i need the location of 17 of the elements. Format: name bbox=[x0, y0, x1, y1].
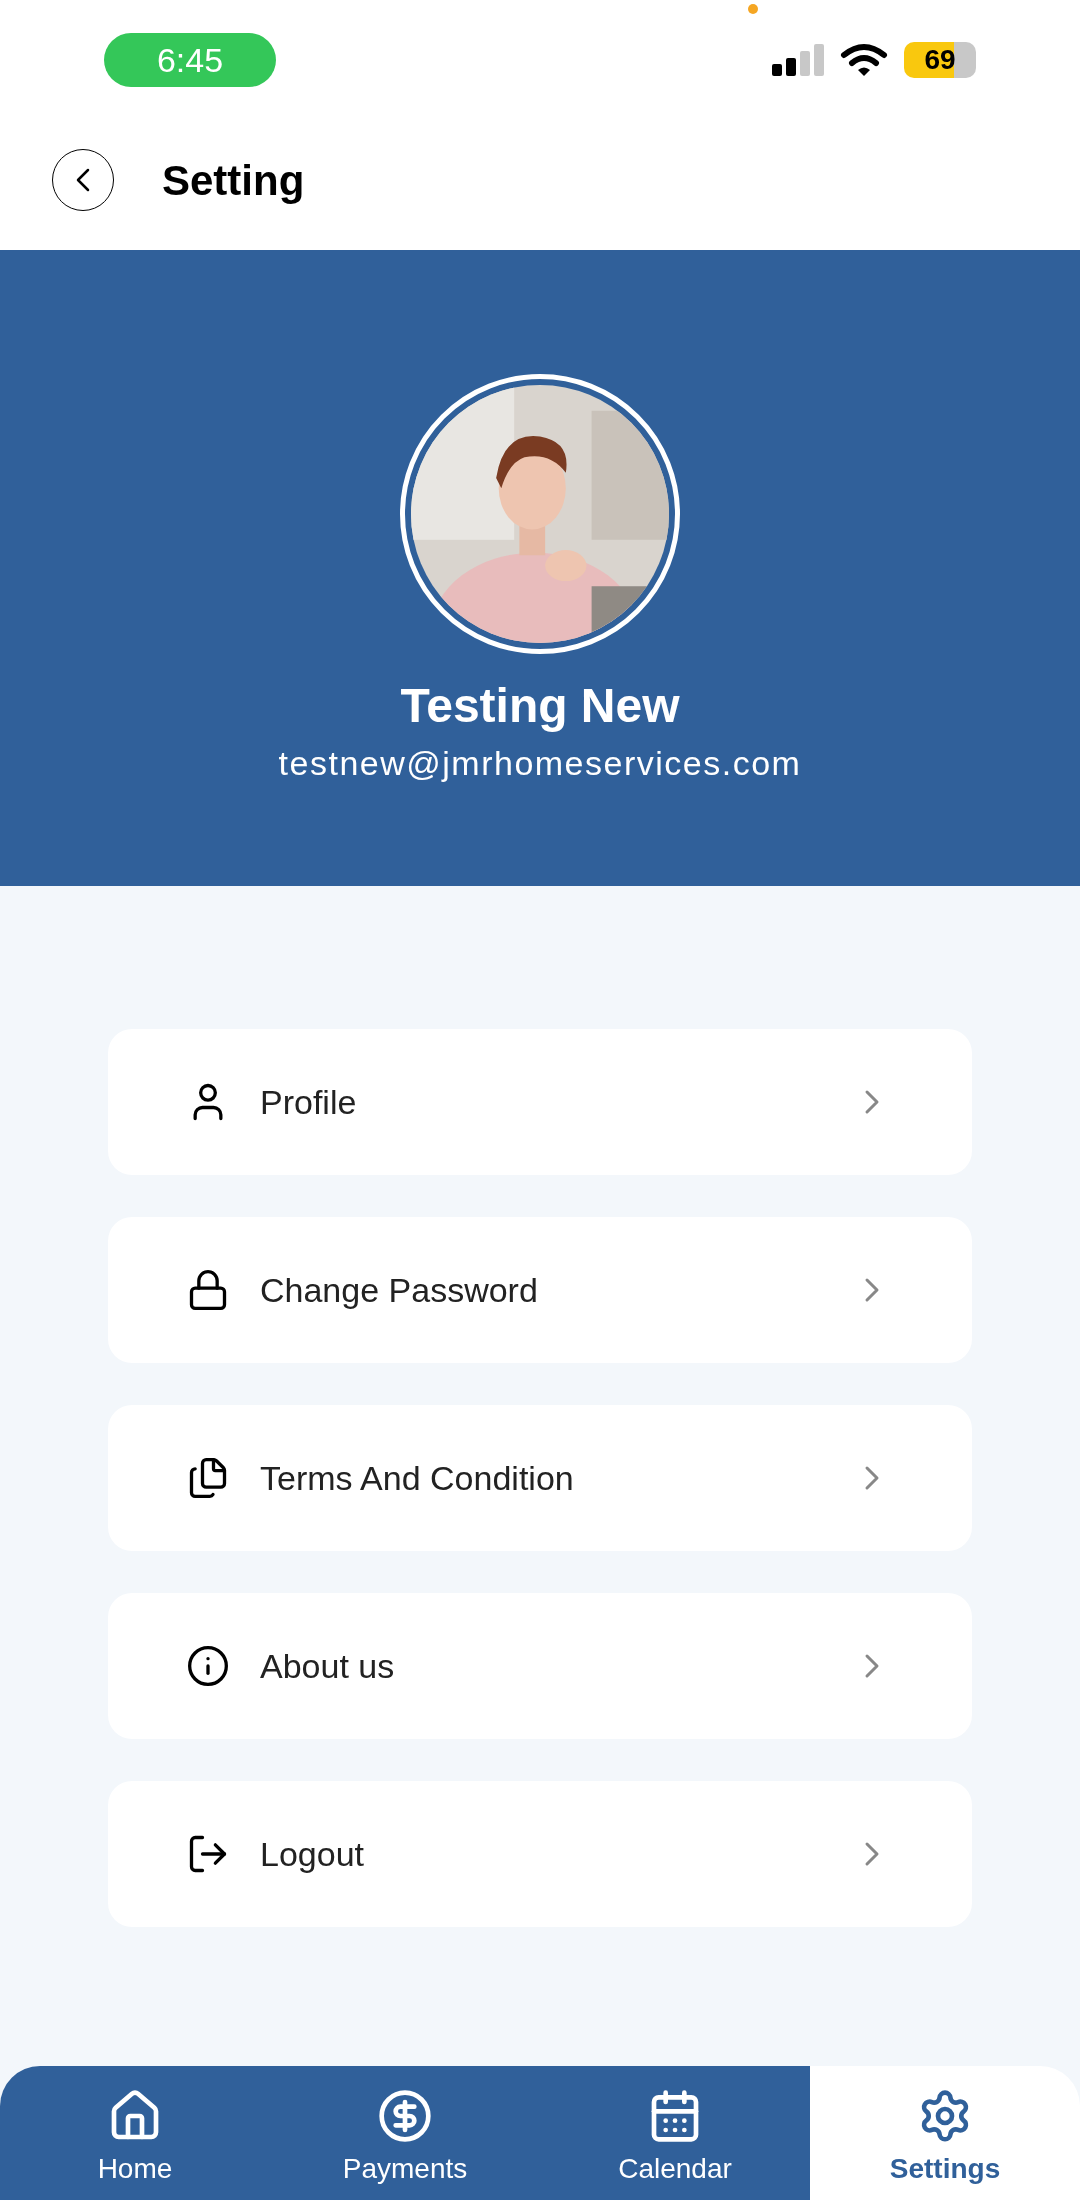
menu-item[interactable]: About us bbox=[108, 1593, 972, 1739]
status-time: 6:45 bbox=[104, 33, 276, 87]
nav-tab[interactable]: Payments bbox=[270, 2066, 540, 2200]
signal-icon bbox=[772, 44, 824, 76]
payments-icon bbox=[377, 2088, 433, 2144]
menu-item[interactable]: Change Password bbox=[108, 1217, 972, 1363]
page-title: Setting bbox=[162, 155, 305, 206]
nav-tab[interactable]: Home bbox=[0, 2066, 270, 2200]
nav-tab[interactable]: Settings bbox=[810, 2066, 1080, 2200]
about-icon bbox=[186, 1644, 230, 1688]
menu-item[interactable]: Profile bbox=[108, 1029, 972, 1175]
profile-name: Testing New bbox=[400, 682, 680, 730]
wifi-icon bbox=[840, 43, 888, 77]
menu-item[interactable]: Terms And Condition bbox=[108, 1405, 972, 1551]
menu-item[interactable]: Logout bbox=[108, 1781, 972, 1927]
profile-email: testnew@jmrhomeservices.com bbox=[278, 746, 802, 780]
nav-tab[interactable]: Calendar bbox=[540, 2066, 810, 2200]
